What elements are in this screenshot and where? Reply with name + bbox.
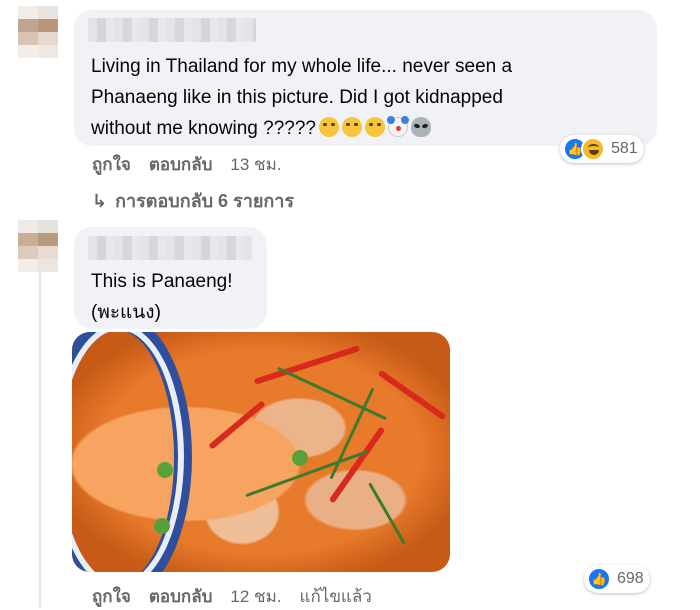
clown-face-icon: [386, 116, 408, 137]
reply-arrow-icon: ↳: [92, 191, 108, 211]
haha-reaction-icon: [581, 137, 605, 161]
like-reaction-icon: 👍: [587, 567, 611, 591]
red-chili-slice: [208, 400, 266, 450]
crying-face-icon: [364, 117, 385, 137]
kaffir-lime-leaf: [368, 482, 406, 545]
reply-button[interactable]: ตอบกลับ: [149, 587, 213, 606]
crying-face-icon: [341, 117, 362, 137]
alien-face-icon: [410, 117, 431, 137]
pea-eggplant: [292, 450, 308, 466]
red-chili-slice: [377, 369, 447, 421]
comment-bubble: This is Panaeng! (พะแนง): [74, 227, 267, 329]
comment-actions: ถูกใจ ตอบกลับ 12 ชม. แก้ไขแล้ว: [92, 583, 390, 610]
red-chili-slice: [253, 345, 361, 385]
commenter-name-blurred[interactable]: [88, 236, 252, 260]
view-replies-link[interactable]: ↳ การตอบกลับ 6 รายการ: [92, 186, 294, 215]
comment-bubble: Living in Thailand for my whole life... …: [74, 10, 657, 146]
like-button[interactable]: ถูกใจ: [92, 587, 131, 606]
like-button[interactable]: ถูกใจ: [92, 155, 131, 174]
reaction-summary[interactable]: 👍 581: [560, 135, 644, 163]
pea-eggplant: [157, 462, 173, 478]
comment-actions: ถูกใจ ตอบกลับ 13 ชม.: [92, 151, 300, 178]
avatar[interactable]: [18, 6, 58, 58]
reply-button[interactable]: ตอบกลับ: [149, 155, 213, 174]
reaction-count: 698: [617, 570, 644, 587]
comment-text: Living in Thailand for my whole life... …: [91, 56, 513, 139]
timestamp[interactable]: 13 ชม.: [230, 155, 281, 174]
crying-face-icon: [318, 117, 339, 137]
bowl-rim-inner: [72, 332, 184, 572]
panang-curry-photo[interactable]: [72, 332, 450, 572]
replies-label: การตอบกลับ 6 รายการ: [115, 191, 295, 211]
pea-eggplant: [154, 518, 170, 534]
reaction-summary[interactable]: 👍 698: [584, 565, 650, 593]
commenter-name-blurred[interactable]: [88, 18, 256, 42]
avatar[interactable]: [18, 220, 58, 272]
edited-label[interactable]: แก้ไขแล้ว: [300, 587, 372, 606]
reaction-count: 581: [611, 140, 638, 157]
thread-line: [39, 232, 41, 607]
timestamp[interactable]: 12 ชม.: [230, 587, 281, 606]
comment-text: This is Panaeng! (พะแนง): [91, 271, 233, 323]
